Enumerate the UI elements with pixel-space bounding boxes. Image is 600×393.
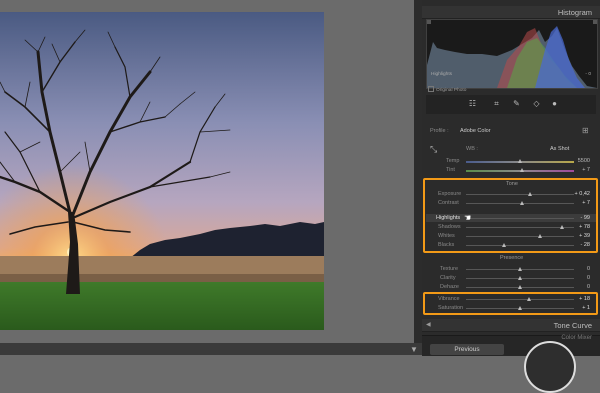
texture-value[interactable]: 0 bbox=[587, 266, 590, 272]
presence-header: Presence bbox=[500, 255, 524, 261]
profile-label: Profile : bbox=[430, 128, 449, 134]
tone-curve-title: Tone Curve bbox=[553, 321, 592, 330]
texture-slider[interactable] bbox=[466, 267, 574, 271]
watermark-logo bbox=[524, 341, 576, 393]
photo-image bbox=[0, 12, 324, 330]
temp-value[interactable]: 5500 bbox=[578, 158, 590, 164]
photo-preview[interactable] bbox=[0, 12, 324, 330]
tool-strip: ☷ ⌗ ✎ ◇ ● bbox=[426, 95, 596, 114]
tint-slider-handle[interactable] bbox=[519, 168, 524, 172]
tone-curve-header[interactable]: ◀ Tone Curve bbox=[422, 319, 600, 332]
tint-slider[interactable] bbox=[466, 168, 574, 172]
histogram-readout-value: - 0 bbox=[585, 72, 591, 77]
filmstrip-bar bbox=[0, 343, 422, 355]
histogram[interactable]: Highlights - 0 bbox=[426, 19, 598, 89]
histogram-graph bbox=[427, 20, 597, 88]
masking-icon[interactable]: ● bbox=[550, 99, 559, 108]
tint-value[interactable]: + 7 bbox=[582, 167, 590, 173]
original-photo-label: Original Photo bbox=[436, 88, 467, 93]
wb-select[interactable]: As Shot bbox=[550, 146, 569, 152]
eyedropper-icon[interactable]: ⤡ bbox=[430, 144, 437, 155]
dehaze-slider-handle[interactable] bbox=[517, 285, 522, 289]
tone-highlight-box bbox=[423, 178, 598, 253]
crop-icon[interactable]: ⌗ bbox=[492, 99, 501, 108]
develop-panel: Histogram Highlights - 0 Original Photo … bbox=[422, 0, 600, 393]
profile-select[interactable]: Adobe Color bbox=[460, 128, 491, 134]
healing-icon[interactable]: ✎ bbox=[512, 99, 521, 108]
clarity-value[interactable]: 0 bbox=[587, 275, 590, 281]
tint-label: Tint bbox=[446, 167, 455, 173]
profile-row: Profile : Adobe Color ⊞ bbox=[426, 126, 596, 136]
histogram-readout-label: Highlights bbox=[431, 72, 453, 77]
wb-label: WB : bbox=[466, 146, 478, 152]
temp-label: Temp bbox=[446, 158, 460, 164]
clarity-label: Clarity bbox=[440, 275, 456, 281]
photo-canvas bbox=[0, 0, 414, 343]
temp-slider[interactable] bbox=[466, 159, 574, 163]
temp-slider-handle[interactable] bbox=[517, 159, 522, 163]
texture-label: Texture bbox=[440, 266, 459, 272]
panel-edge bbox=[414, 0, 422, 343]
chevron-down-icon[interactable]: ▼ bbox=[410, 345, 418, 354]
dehaze-label: Dehaze bbox=[440, 284, 459, 290]
profile-browser-icon[interactable]: ⊞ bbox=[582, 126, 589, 135]
dehaze-value[interactable]: 0 bbox=[587, 284, 590, 290]
redeye-icon[interactable]: ◇ bbox=[532, 99, 541, 108]
checkbox-icon[interactable] bbox=[428, 86, 434, 92]
expand-icon[interactable]: ◀ bbox=[426, 321, 431, 328]
original-photo-toggle[interactable]: Original Photo bbox=[428, 86, 466, 93]
previous-button[interactable]: Previous bbox=[430, 344, 504, 355]
edit-sliders-icon[interactable]: ☷ bbox=[468, 99, 477, 108]
texture-slider-handle[interactable] bbox=[517, 267, 522, 271]
vibrance-highlight-box bbox=[423, 292, 598, 315]
clarity-slider[interactable] bbox=[466, 276, 574, 280]
dehaze-slider[interactable] bbox=[466, 285, 574, 289]
histogram-title: Histogram bbox=[557, 8, 592, 17]
histogram-header[interactable]: Histogram bbox=[422, 6, 600, 19]
clarity-slider-handle[interactable] bbox=[517, 276, 522, 280]
color-mixer-title[interactable]: Color Mixer bbox=[561, 335, 592, 341]
